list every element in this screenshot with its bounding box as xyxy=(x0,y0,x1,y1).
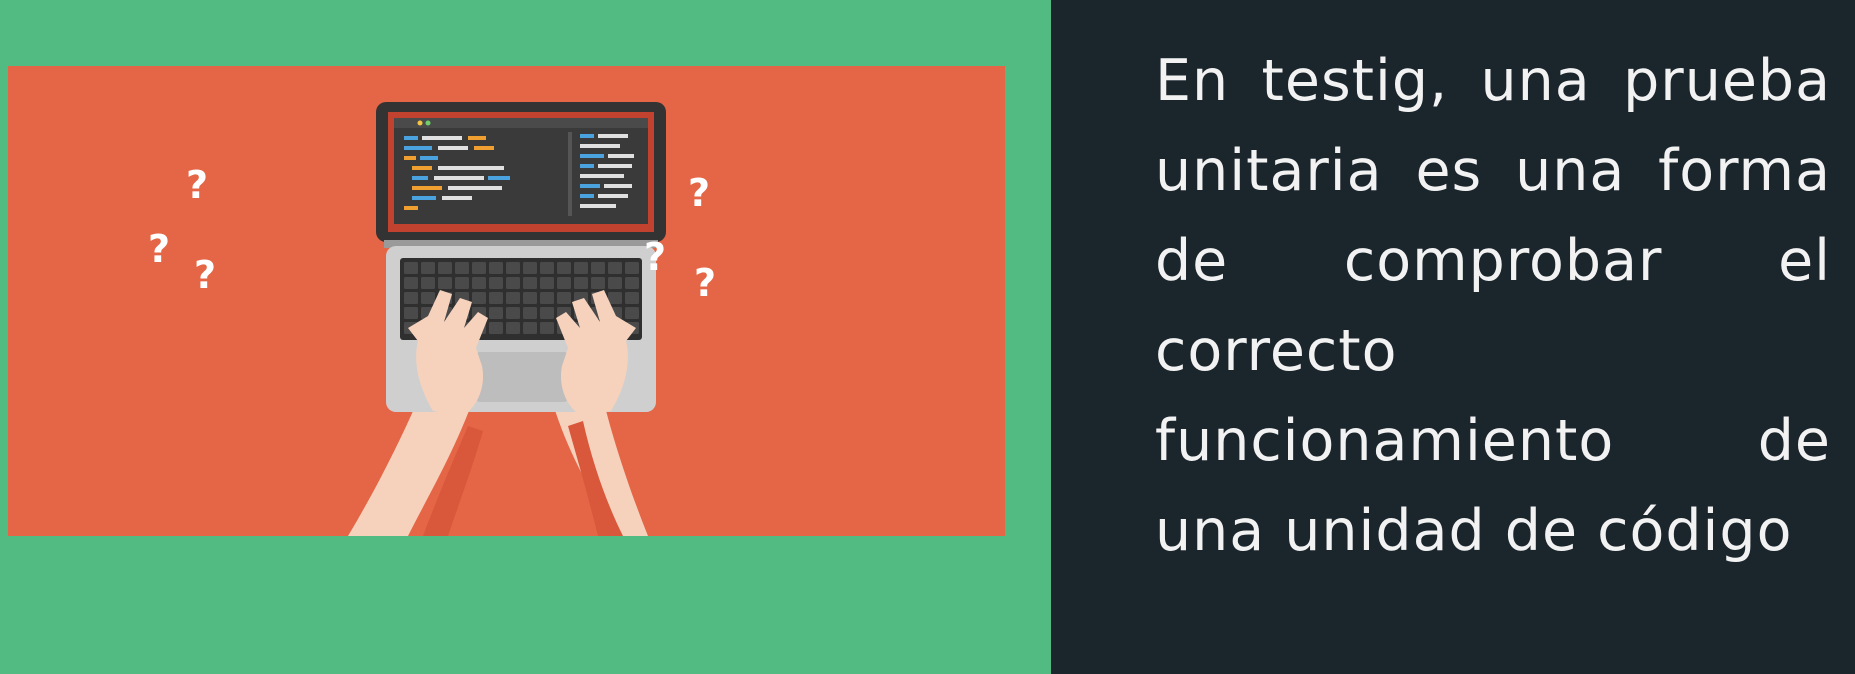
keyboard-key xyxy=(404,277,418,289)
keyboard-key xyxy=(404,307,418,319)
window-dot xyxy=(425,120,431,126)
keyboard-key xyxy=(489,277,503,289)
keyboard-key xyxy=(608,277,622,289)
keyboard-key xyxy=(523,277,537,289)
keyboard-key xyxy=(540,277,554,289)
keyboard-key xyxy=(489,322,503,334)
question-mark-icon: ? xyxy=(694,261,716,305)
page: ? ? ? ? ? ? En testig, una prueba unitar… xyxy=(0,0,1855,674)
keyboard-key xyxy=(523,292,537,304)
keyboard-key xyxy=(523,262,537,274)
touchpad xyxy=(476,352,568,402)
keyboard-key xyxy=(625,262,639,274)
keyboard-key xyxy=(506,322,520,334)
keyboard-key xyxy=(540,292,554,304)
question-mark-icon: ? xyxy=(688,171,710,215)
code-window-titlebar xyxy=(394,118,648,128)
keyboard-key xyxy=(574,277,588,289)
keyboard-key xyxy=(506,307,520,319)
keyboard-key xyxy=(540,307,554,319)
keyboard-key xyxy=(523,307,537,319)
keyboard-key xyxy=(472,292,486,304)
keyboard-key xyxy=(421,277,435,289)
keyboard-key xyxy=(608,262,622,274)
question-mark-icon: ? xyxy=(194,253,216,297)
keyboard-key xyxy=(591,277,605,289)
keyboard-key xyxy=(625,307,639,319)
code-window xyxy=(394,118,648,224)
keyboard-key xyxy=(608,292,622,304)
keyboard-key xyxy=(625,277,639,289)
keyboard-key xyxy=(591,262,605,274)
keyboard-key xyxy=(455,277,469,289)
keyboard-key xyxy=(540,322,554,334)
keyboard-key xyxy=(489,262,503,274)
keyboard-key xyxy=(421,262,435,274)
keyboard-key xyxy=(438,277,452,289)
keyboard-key xyxy=(472,262,486,274)
keyboard-key xyxy=(557,292,571,304)
keyboard-key xyxy=(540,262,554,274)
keyboard-key xyxy=(506,292,520,304)
window-dot xyxy=(417,120,423,126)
keyboard-key xyxy=(489,307,503,319)
keyboard-key xyxy=(455,262,469,274)
keyboard-key xyxy=(523,322,537,334)
laptop-illustration: ? ? ? ? ? ? xyxy=(8,66,1005,536)
keyboard-key xyxy=(438,262,452,274)
keyboard-key xyxy=(625,292,639,304)
keyboard-key xyxy=(506,262,520,274)
laptop-illustration-svg: ? ? ? ? ? ? xyxy=(148,102,716,536)
keyboard-key xyxy=(404,292,418,304)
keyboard-key xyxy=(404,262,418,274)
left-panel: ? ? ? ? ? ? xyxy=(0,0,1051,674)
keyboard-key xyxy=(421,292,435,304)
keyboard-key xyxy=(557,277,571,289)
right-panel: En testig, una prueba unitaria es una fo… xyxy=(1051,0,1855,674)
keyboard-key xyxy=(574,262,588,274)
definition-text: En testig, una prueba unitaria es una fo… xyxy=(1155,48,1831,564)
keyboard-key xyxy=(557,262,571,274)
question-mark-icon: ? xyxy=(186,163,208,207)
keyboard-key xyxy=(506,277,520,289)
question-mark-icon: ? xyxy=(644,235,666,279)
keyboard-key xyxy=(472,277,486,289)
keyboard-key xyxy=(489,292,503,304)
question-mark-icon: ? xyxy=(148,227,170,271)
